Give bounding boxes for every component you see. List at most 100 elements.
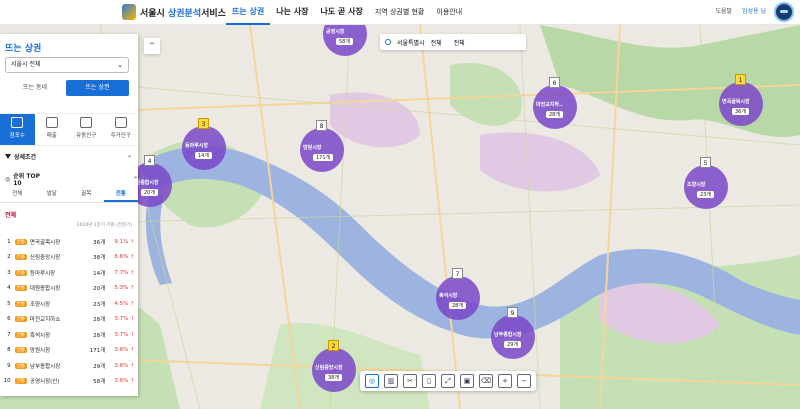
market-marker[interactable]: 7 흑석시장 28개 bbox=[436, 268, 480, 320]
tab-sales[interactable]: 매출 bbox=[35, 114, 70, 145]
ranking-list: 1 전통 면곡골목시장 36개 9.1% ↑ 2 전통 신림중앙시장 38개 8.6% ↑ 3 전통 등마루… bbox=[3, 234, 136, 389]
market-name: 조양시장 bbox=[29, 301, 51, 308]
ranking-row[interactable]: 6 전통 마전교지하쇼 28개 3.7% ↑ bbox=[3, 312, 136, 328]
tab-store-count[interactable]: 점포수 bbox=[0, 114, 35, 145]
market-marker[interactable]: 2 신림중앙시장 38개 bbox=[312, 340, 356, 392]
logo[interactable]: 서울시 상권분석서비스 bbox=[122, 4, 226, 20]
side-panel: 뜨는 상권 서울시 전체 ⌄ 뜨는 동네 뜨는 상권 점포수 매출 유동인구 주… bbox=[0, 34, 138, 396]
filter-icon bbox=[5, 154, 11, 159]
marker-rank: 3 bbox=[198, 118, 209, 129]
list-section-label: 전체 bbox=[5, 212, 17, 219]
growth-rate: 4.5% bbox=[114, 300, 129, 307]
up-arrow-icon: ↑ bbox=[130, 269, 135, 276]
nav-district-status[interactable]: 지역 상권별 현황 bbox=[369, 0, 431, 25]
growth-rate: 8.6% bbox=[114, 254, 129, 261]
map-toolbar: ◎ ▥ ✂ ▯ ⤢ ▣ ⌫ + − bbox=[360, 371, 536, 391]
market-name: 공영시장(신) bbox=[29, 379, 60, 386]
up-arrow-icon: ↑ bbox=[130, 362, 135, 369]
rank-number: 5 bbox=[7, 300, 11, 307]
type-badge: 전통 bbox=[14, 378, 27, 385]
expand-icon[interactable]: ⤢ bbox=[441, 374, 455, 388]
tab-all[interactable]: 전체 bbox=[0, 187, 35, 202]
marker-rank: 8 bbox=[316, 120, 327, 131]
user-menu[interactable]: 임성용 님 bbox=[742, 0, 766, 24]
market-marker[interactable]: 8 망원시장 171개 bbox=[300, 120, 344, 172]
ranking-row[interactable]: 5 전통 조양시장 23개 4.5% ↑ bbox=[3, 296, 136, 312]
marker-label: 공영시장 bbox=[326, 29, 345, 35]
ranking-row[interactable]: 10 전통 공영시장(신) 58개 3.6% ↑ bbox=[3, 374, 136, 390]
toggle-rising-district[interactable]: 뜨는 상권 bbox=[66, 80, 129, 96]
zoom-out-icon[interactable]: − bbox=[517, 374, 531, 388]
marker-label: 마전교지하.. bbox=[536, 102, 563, 108]
ranking-row[interactable]: 2 전통 신림중앙시장 38개 8.6% ↑ bbox=[3, 250, 136, 266]
store-count: 23개 bbox=[93, 301, 106, 308]
ranking-row[interactable]: 7 전통 흑석시장 28개 3.7% ↑ bbox=[3, 327, 136, 343]
market-marker[interactable]: 6 마전교지하.. 28개 bbox=[533, 77, 577, 129]
top-bar: 서울시 상권분석서비스 뜨는 상권 나는 사장 나도 곧 사장 지역 상권별 현… bbox=[0, 0, 800, 25]
house-icon bbox=[114, 117, 127, 128]
rank-number: 4 bbox=[7, 285, 11, 292]
fit-icon[interactable]: ▣ bbox=[460, 374, 474, 388]
people-icon bbox=[80, 117, 93, 128]
marker-rank: 9 bbox=[507, 307, 518, 318]
nav-usage-guide[interactable]: 이용안내 bbox=[430, 0, 468, 25]
marker-rank: 6 bbox=[549, 77, 560, 88]
map-collapse-button[interactable]: ^ bbox=[144, 38, 160, 54]
type-badge: 전통 bbox=[14, 285, 27, 292]
rank-header[interactable]: ◎ 순위 TOP 10 ⌃ bbox=[5, 171, 138, 187]
up-arrow-icon: ↑ bbox=[130, 347, 135, 354]
tab-developed[interactable]: 발달 bbox=[35, 187, 70, 202]
panel-title: 뜨는 상권 bbox=[5, 44, 42, 54]
marker-count: 58개 bbox=[336, 38, 353, 45]
target-icon[interactable]: ◎ bbox=[365, 374, 379, 388]
chart-icon bbox=[45, 117, 58, 128]
ranking-row[interactable]: 1 전통 면곡골목시장 36개 9.1% ↑ bbox=[3, 234, 136, 250]
market-marker[interactable]: 9 남부종합시장 29개 bbox=[491, 307, 535, 359]
growth-rate: 3.7% bbox=[114, 316, 129, 323]
trash-icon[interactable]: ▯ bbox=[422, 374, 436, 388]
toggle-rising-neighborhood[interactable]: 뜨는 동네 bbox=[5, 80, 65, 96]
market-name: 신림중앙시장 bbox=[29, 255, 61, 262]
tab-residential-population[interactable]: 주거인구 bbox=[104, 114, 139, 145]
store-count: 38개 bbox=[93, 255, 106, 262]
map-icon[interactable]: ▥ bbox=[384, 374, 398, 388]
store-count: 171개 bbox=[89, 348, 106, 355]
ranking-row[interactable]: 9 전통 남부종합시장 29개 3.6% ↑ bbox=[3, 358, 136, 374]
region-select[interactable]: 서울시 전체 ⌄ bbox=[5, 57, 129, 73]
nav-rising-district[interactable]: 뜨는 상권 bbox=[226, 0, 271, 25]
up-arrow-icon: ↑ bbox=[130, 238, 135, 245]
market-marker[interactable]: 1 면곡골목시장 36개 bbox=[719, 74, 763, 126]
marker-rank: 1 bbox=[735, 74, 746, 85]
chatbot-robot-icon[interactable] bbox=[774, 2, 794, 22]
type-badge: 전통 bbox=[14, 269, 27, 276]
up-arrow-icon: ↑ bbox=[130, 285, 135, 292]
rank-number: 6 bbox=[7, 316, 11, 323]
marker-label: 망원시장 bbox=[303, 145, 322, 151]
chevron-up-icon: ⌃ bbox=[132, 175, 138, 183]
tab-alley[interactable]: 골목 bbox=[69, 187, 104, 202]
ranking-row[interactable]: 8 전통 망원시장 171개 3.6% ↑ bbox=[3, 343, 136, 359]
tool-icon[interactable]: ✂ bbox=[403, 374, 417, 388]
store-count: 20개 bbox=[93, 286, 106, 293]
rank-number: 9 bbox=[7, 362, 11, 369]
eraser-icon[interactable]: ⌫ bbox=[479, 374, 493, 388]
tab-floating-population[interactable]: 유동인구 bbox=[69, 114, 104, 145]
zoom-in-icon[interactable]: + bbox=[498, 374, 512, 388]
chevron-down-icon: ⌄ bbox=[117, 61, 123, 69]
market-marker[interactable]: 3 등마루시장 14개 bbox=[182, 118, 226, 170]
dong-select[interactable]: 전체 bbox=[454, 38, 465, 47]
tab-traditional[interactable]: 전통 bbox=[103, 187, 138, 202]
up-arrow-icon: ↑ bbox=[130, 316, 135, 323]
rank-number: 10 bbox=[3, 378, 11, 385]
help-link[interactable]: 도움말 bbox=[715, 0, 732, 24]
nav-i-am-owner[interactable]: 나는 사장 bbox=[270, 0, 314, 25]
detail-filter-toggle[interactable]: 상세조건 ⌄ bbox=[5, 152, 132, 161]
market-marker[interactable]: 5 조양시장 23개 bbox=[684, 157, 728, 209]
rank-number: 8 bbox=[7, 347, 11, 354]
ranking-row[interactable]: 4 전통 대원종합시장 20개 5.3% ↑ bbox=[3, 281, 136, 297]
store-count: 14개 bbox=[93, 270, 106, 277]
district-select[interactable]: 전체 bbox=[431, 38, 442, 47]
ranking-row[interactable]: 3 전통 등마루시장 14개 7.7% ↑ bbox=[3, 265, 136, 281]
rank-number: 7 bbox=[7, 331, 11, 338]
nav-soon-owner[interactable]: 나도 곧 사장 bbox=[314, 0, 368, 25]
